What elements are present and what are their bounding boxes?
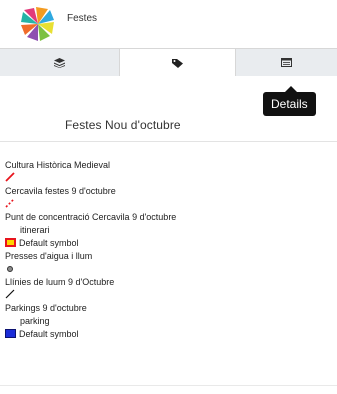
legend-label: Llínies de luum 9 d'Octubre <box>5 276 115 287</box>
legend-symbol-row <box>5 288 325 301</box>
legend-list: Cultura Històrica Medieval Cercavila fes… <box>5 158 325 340</box>
legend-group-title: Parkings 9 d'octubre <box>5 301 325 314</box>
red-line-icon <box>5 171 15 184</box>
legend-label: Default symbol <box>19 237 79 248</box>
divider <box>0 385 337 386</box>
legend-label: Presses d'aigua i llum <box>5 250 93 261</box>
tooltip: Details <box>263 92 316 116</box>
legend-symbol-row <box>5 171 325 184</box>
legend-label: parking <box>20 315 50 326</box>
black-line-icon <box>5 289 15 301</box>
legend-group-title: Cercavila festes 9 d'octubre <box>5 184 325 197</box>
legend-symbol-row <box>5 197 325 210</box>
tab-legend[interactable] <box>120 49 236 76</box>
dashed-red-line-icon <box>5 197 15 210</box>
blue-square-icon <box>5 329 16 338</box>
logo-icon <box>20 6 56 42</box>
legend-subtitle: parking <box>5 314 325 327</box>
details-icon <box>281 58 292 67</box>
legend-label: Parkings 9 d'octubre <box>5 302 87 313</box>
legend-group-title: Punt de concentració Cercavila 9 d'octub… <box>5 210 325 223</box>
legend-group-title: Cultura Històrica Medieval <box>5 158 325 171</box>
gray-dot-icon <box>7 265 13 272</box>
divider <box>0 141 337 142</box>
layers-icon <box>54 57 65 68</box>
legend-item: Default symbol <box>5 327 325 340</box>
tab-details[interactable] <box>236 49 337 76</box>
legend-item: Default symbol <box>5 236 325 249</box>
panel-title: Festes Nou d'octubre <box>65 118 181 132</box>
legend-label: Cultura Històrica Medieval <box>5 159 111 170</box>
tab-layers[interactable] <box>0 49 120 76</box>
app-title: Festes <box>67 13 98 24</box>
legend-subtitle: itinerari <box>5 223 325 236</box>
legend-symbol-row <box>5 262 325 275</box>
tag-icon <box>171 58 184 68</box>
yellow-square-icon <box>5 238 16 247</box>
legend-label: itinerari <box>20 224 50 235</box>
legend-group-title: Presses d'aigua i llum <box>5 249 325 262</box>
legend-label: Cercavila festes 9 d'octubre <box>5 185 116 196</box>
app-header: Festes <box>0 0 337 48</box>
tab-bar <box>0 48 337 76</box>
legend-label: Default symbol <box>19 328 79 339</box>
legend-group-title: Llínies de luum 9 d'Octubre <box>5 275 325 288</box>
legend-label: Punt de concentració Cercavila 9 d'octub… <box>5 211 177 222</box>
